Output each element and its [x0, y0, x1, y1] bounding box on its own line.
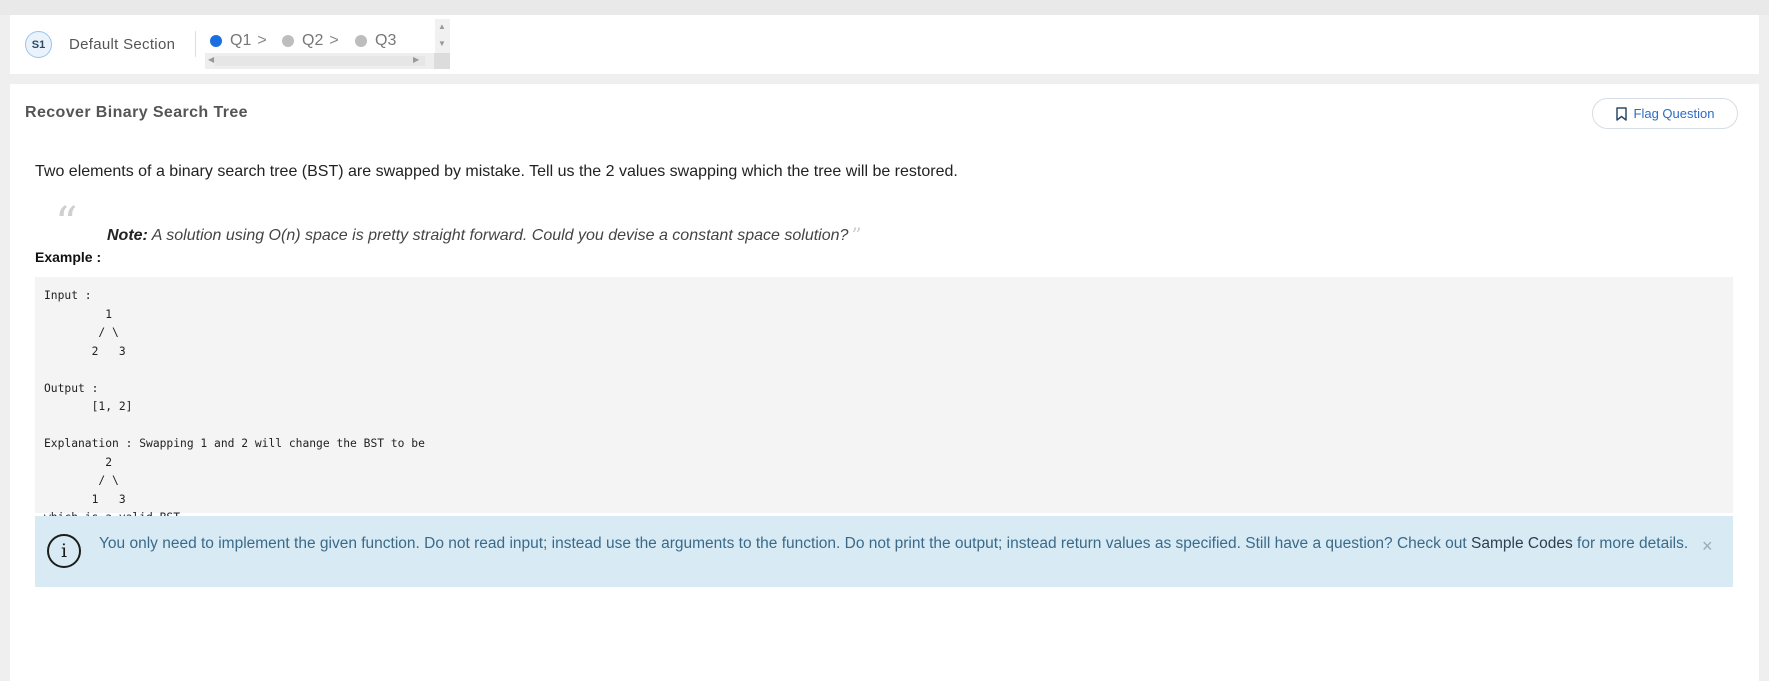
question-panel: Recover Binary Search Tree Flag Question…: [10, 84, 1759, 681]
bookmark-icon: [1615, 106, 1627, 121]
tab-label: Q3: [375, 32, 397, 49]
info-alert: i You only need to implement the given f…: [35, 516, 1733, 587]
question-title: Recover Binary Search Tree: [25, 104, 248, 121]
tab-label: Q2: [302, 32, 324, 49]
info-alert-text: You only need to implement the given fun…: [99, 535, 1688, 553]
scrollbar-thumb[interactable]: [215, 56, 425, 66]
quote-close-icon: ”: [851, 223, 862, 247]
scroll-down-icon[interactable]: ▼: [438, 39, 446, 48]
section-badge[interactable]: S1: [25, 31, 52, 58]
sample-codes-link[interactable]: Sample Codes: [1471, 535, 1573, 552]
tab-label: Q1: [230, 32, 252, 49]
chevron-right-icon: >: [329, 32, 339, 49]
chevron-right-icon: >: [257, 32, 267, 49]
example-label: Example :: [35, 249, 102, 265]
info-text-after: for more details.: [1572, 535, 1689, 552]
info-text-before: You only need to implement the given fun…: [99, 535, 1472, 552]
flag-question-button[interactable]: Flag Question: [1592, 98, 1738, 129]
status-dot-icon: [355, 35, 367, 47]
note-block: Note: A solution using O(n) space is pre…: [107, 223, 862, 247]
info-circle-icon: i: [47, 534, 81, 568]
scroll-up-icon[interactable]: ▲: [438, 22, 446, 31]
quote-open-icon: “: [55, 198, 78, 249]
top-strip: [0, 0, 1769, 15]
example-code-block: Input : 1 / \ 2 3 Output : [1, 2] Explan…: [35, 277, 1733, 524]
flag-question-label: Flag Question: [1633, 106, 1715, 121]
scroll-right-icon[interactable]: ▶: [413, 55, 419, 64]
status-dot-icon: [210, 35, 222, 47]
vertical-scrollbar[interactable]: ▲ ▼: [435, 19, 450, 53]
section-name[interactable]: Default Section: [69, 36, 175, 53]
note-label: Note:: [107, 227, 148, 244]
status-dot-icon: [282, 35, 294, 47]
scrollbar-corner: [434, 53, 450, 69]
close-icon[interactable]: ×: [1702, 536, 1713, 557]
horizontal-scrollbar[interactable]: ◀ ▶: [205, 53, 450, 69]
scroll-left-icon[interactable]: ◀: [208, 55, 214, 64]
section-bar: S1 Default Section Q1 > Q2 > Q3 ▲ ▼ ◀ ▶: [10, 15, 1759, 74]
note-text: A solution using O(n) space is pretty st…: [147, 227, 849, 244]
tab-q1[interactable]: Q1 >: [210, 27, 267, 55]
question-description: Two elements of a binary search tree (BS…: [35, 163, 958, 180]
section-divider: [195, 31, 196, 57]
tab-q2[interactable]: Q2 >: [282, 27, 339, 55]
tab-q3[interactable]: Q3: [355, 27, 396, 55]
